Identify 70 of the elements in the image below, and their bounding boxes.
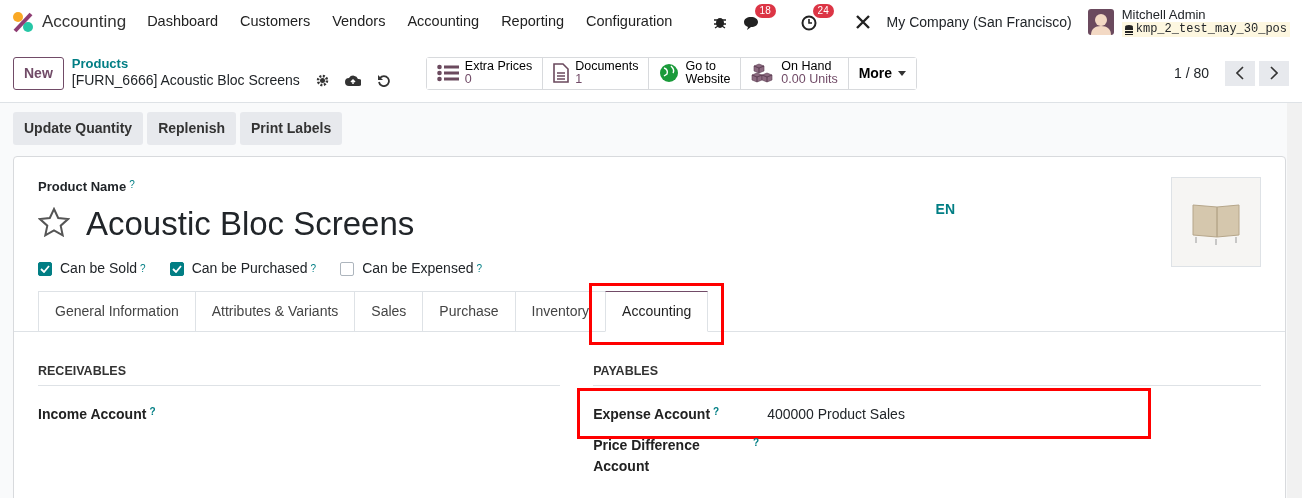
globe-icon bbox=[659, 63, 680, 83]
product-name: Acoustic Bloc Screens bbox=[86, 203, 415, 244]
field-label: Income Account bbox=[38, 404, 147, 424]
menu-item[interactable]: Accounting bbox=[396, 11, 491, 33]
tab[interactable]: Purchase bbox=[422, 291, 515, 331]
checkbox-label: Can be Expensed bbox=[362, 259, 474, 278]
section-heading: PAYABLES bbox=[593, 362, 1261, 386]
language-code[interactable]: EN bbox=[935, 199, 955, 279]
previous-button[interactable] bbox=[1225, 60, 1255, 86]
field-label: Expense Account bbox=[593, 404, 711, 424]
star-icon[interactable] bbox=[38, 207, 70, 240]
company-switcher[interactable]: My Company (San Francisco) bbox=[886, 11, 1072, 33]
field-label: Product Name bbox=[38, 178, 127, 196]
record-name: [FURN_6666] Acoustic Bloc Screens bbox=[71, 71, 300, 89]
section-heading: RECEIVABLES bbox=[38, 362, 561, 386]
app-logo-icon[interactable] bbox=[12, 11, 34, 33]
menu-item[interactable]: Customers bbox=[229, 11, 322, 33]
chevron-left-icon bbox=[1236, 66, 1244, 80]
help-icon[interactable]: ? bbox=[713, 403, 720, 419]
checkbox[interactable] bbox=[169, 261, 184, 276]
help-icon[interactable]: ? bbox=[140, 261, 146, 276]
bug-icon[interactable] bbox=[712, 15, 727, 29]
action-button[interactable]: Print Labels bbox=[240, 112, 343, 145]
smart-button[interactable]: Extra Prices 0 bbox=[426, 57, 544, 89]
pager-value: 1 / 80 bbox=[1173, 63, 1209, 83]
caret-icon bbox=[898, 70, 907, 76]
next-button[interactable] bbox=[1259, 60, 1289, 86]
gear-icon[interactable] bbox=[315, 73, 329, 87]
checkbox[interactable] bbox=[340, 261, 355, 276]
list-icon bbox=[436, 64, 459, 82]
menu-item[interactable]: Reporting bbox=[490, 11, 575, 33]
user-name[interactable]: Mitchell Admin bbox=[1121, 7, 1290, 22]
chevron-right-icon bbox=[1270, 66, 1278, 80]
tab[interactable]: Attributes & Variants bbox=[194, 291, 355, 331]
menu-item[interactable]: Configuration bbox=[575, 11, 684, 33]
checkbox[interactable] bbox=[38, 261, 52, 276]
message-count-badge: 18 bbox=[754, 3, 776, 18]
tab[interactable]: General Information bbox=[38, 291, 195, 331]
document-icon bbox=[553, 63, 570, 83]
menu-item[interactable]: Dashboard bbox=[136, 11, 230, 33]
help-icon[interactable]: ? bbox=[753, 434, 760, 450]
check-icon bbox=[171, 264, 182, 273]
database-icon bbox=[1124, 24, 1133, 35]
checkbox-label: Can be Sold bbox=[60, 259, 138, 278]
help-icon[interactable]: ? bbox=[149, 403, 156, 419]
boxes-icon bbox=[751, 63, 776, 83]
database-name-text: kmp_2_test_may_30_pos bbox=[1135, 22, 1287, 37]
field-value[interactable]: 400000 Product Sales bbox=[767, 403, 905, 425]
help-icon[interactable]: ? bbox=[476, 261, 483, 276]
menu-item[interactable]: Vendors bbox=[321, 11, 397, 33]
breadcrumb-link[interactable]: Products bbox=[71, 57, 390, 71]
chat-icon[interactable] bbox=[742, 14, 761, 31]
clock-icon[interactable] bbox=[800, 14, 817, 31]
action-button[interactable]: Replenish bbox=[147, 112, 237, 145]
undo-icon[interactable] bbox=[376, 73, 390, 87]
app-name[interactable]: Accounting bbox=[42, 9, 127, 35]
help-icon[interactable]: ? bbox=[129, 177, 135, 192]
tab[interactable]: Accounting bbox=[605, 291, 709, 332]
check-icon bbox=[40, 264, 50, 273]
scrollbar[interactable] bbox=[1287, 103, 1302, 498]
activity-count-badge: 24 bbox=[812, 3, 834, 18]
checkbox-label: Can be Purchased bbox=[191, 259, 308, 278]
cloud-upload-icon[interactable] bbox=[344, 73, 361, 87]
help-icon[interactable]: ? bbox=[310, 261, 317, 276]
tab[interactable]: Sales bbox=[354, 291, 423, 331]
field-label: Price Difference Account bbox=[593, 435, 701, 476]
new-button[interactable]: New bbox=[13, 56, 64, 90]
action-button[interactable]: Update Quantity bbox=[13, 112, 144, 145]
tab[interactable]: Inventory bbox=[514, 291, 606, 331]
avatar-icon[interactable] bbox=[1087, 9, 1114, 35]
